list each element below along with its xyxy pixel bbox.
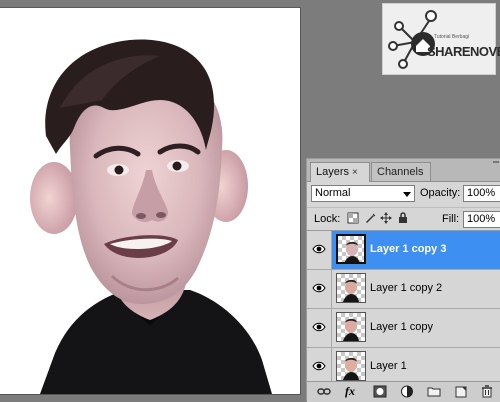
document-canvas[interactable] <box>0 8 300 394</box>
new-layer-icon[interactable] <box>454 385 468 398</box>
add-mask-icon[interactable] <box>373 385 387 398</box>
visibility-toggle[interactable] <box>307 348 332 381</box>
layer-thumbnail <box>336 234 366 264</box>
layer-thumbnail <box>336 273 366 303</box>
tab-channels[interactable]: Channels <box>371 162 431 181</box>
layer-thumbnail <box>336 312 366 342</box>
opacity-label: Opacity: <box>420 187 461 199</box>
lock-transparent-icon[interactable] <box>347 212 359 224</box>
tab-layers-label: Layers <box>316 166 350 178</box>
eye-icon <box>312 283 326 293</box>
layer-name: Layer 1 copy 2 <box>370 282 443 294</box>
eye-icon <box>312 322 326 332</box>
chevron-down-icon <box>403 192 411 197</box>
visibility-toggle[interactable] <box>307 270 332 308</box>
fill-label: Fill: <box>442 213 460 225</box>
layer-row[interactable]: Layer 1 copy 2 <box>307 270 500 309</box>
watermark-subtext: Tutorial Berbagi <box>434 34 470 40</box>
blend-mode-select[interactable]: Normal <box>311 185 415 202</box>
caricature-thumbnail-icon <box>343 318 359 341</box>
fill-field[interactable]: 100% <box>463 211 500 228</box>
caricature-thumbnail-icon <box>343 357 359 380</box>
panel-tab-bar: Layers × Channels <box>307 159 500 182</box>
caricature-thumbnail-icon <box>344 241 360 262</box>
layers-panel: Layers × Channels Normal Opacity: 100% Lo… <box>306 158 500 402</box>
close-icon[interactable]: × <box>352 167 358 178</box>
adjustment-layer-icon[interactable] <box>400 385 414 398</box>
visibility-toggle[interactable] <box>307 231 332 269</box>
layer-row[interactable]: Layer 1 <box>307 348 500 381</box>
tab-channels-label: Channels <box>377 166 424 178</box>
layer-row[interactable]: Layer 1 copy 3 <box>307 231 500 270</box>
layer-name: Layer 1 copy <box>370 321 433 333</box>
caricature-image <box>30 39 272 394</box>
watermark-text: SHARENOVEL <box>427 44 500 59</box>
sharenovel-watermark-logo: Tutorial Berbagi SHARENOVEL <box>382 3 500 75</box>
layer-thumbnail <box>336 351 366 381</box>
visibility-toggle[interactable] <box>307 309 332 347</box>
tab-layers[interactable]: Layers × <box>310 162 370 182</box>
blend-mode-value: Normal <box>315 187 351 199</box>
lock-label: Lock: <box>314 213 341 225</box>
blend-row: Normal Opacity: 100% <box>307 184 500 204</box>
lock-image-icon[interactable] <box>364 212 376 224</box>
opacity-field[interactable]: 100% <box>463 185 500 202</box>
layer-name: Layer 1 copy 3 <box>370 243 447 255</box>
layer-name: Layer 1 <box>370 360 407 372</box>
layer-row[interactable]: Layer 1 copy <box>307 309 500 348</box>
layers-panel-footer: fx <box>307 381 500 402</box>
caricature-thumbnail-icon <box>343 279 359 302</box>
lock-all-icon[interactable] <box>397 212 409 224</box>
delete-layer-icon[interactable] <box>480 385 494 398</box>
lock-position-icon[interactable] <box>380 212 392 224</box>
new-group-icon[interactable] <box>427 385 441 398</box>
eye-icon <box>312 361 326 371</box>
fx-icon[interactable]: fx <box>345 385 359 398</box>
lock-row: Lock: Fill: 100% <box>307 207 500 231</box>
layer-list: Layer 1 copy 3 Layer 1 copy 2 Layer 1 co… <box>307 231 500 381</box>
eye-icon <box>312 244 326 254</box>
panel-menu-icon[interactable] <box>491 159 500 169</box>
link-layers-icon[interactable] <box>317 385 331 398</box>
